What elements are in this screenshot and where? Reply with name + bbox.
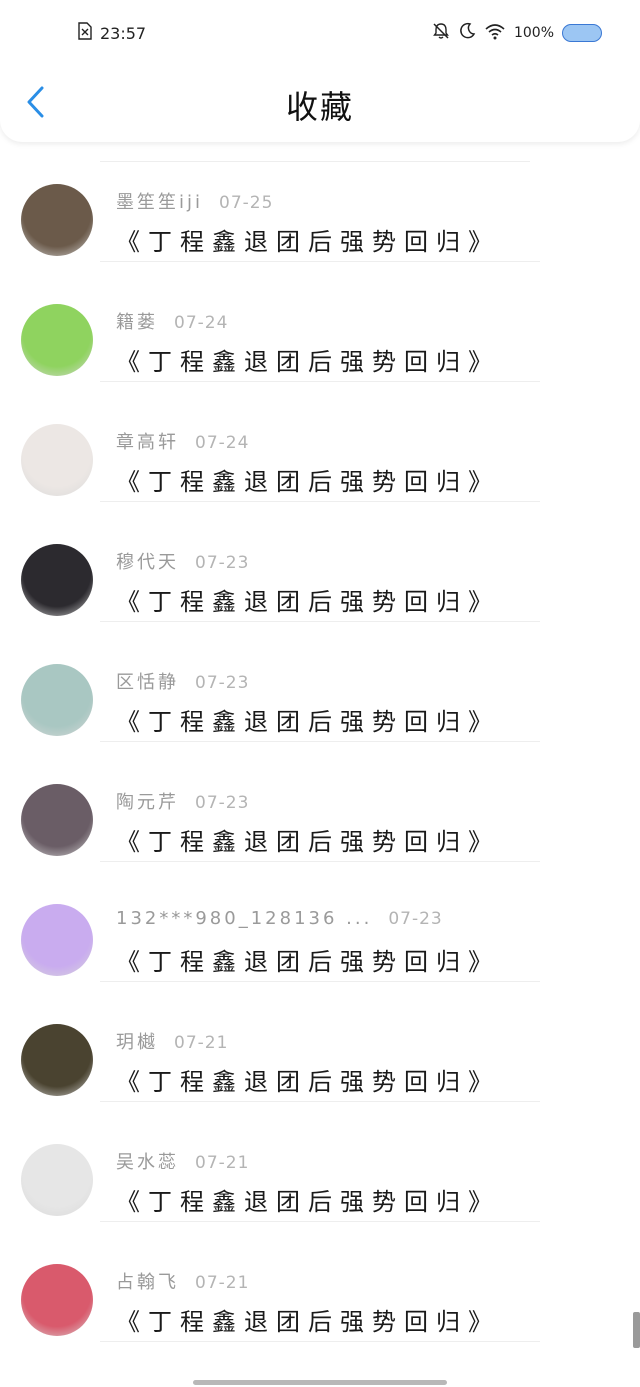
item-date: 07-23: [195, 673, 250, 693]
list-item[interactable]: 籍蒌 07-24 《丁程鑫退团后强势回归》: [0, 262, 640, 382]
item-date: 07-24: [174, 313, 229, 333]
page-title: 收藏: [285, 88, 354, 126]
item-title[interactable]: 《丁程鑫退团后强势回归》: [116, 942, 500, 977]
list-item[interactable]: 玥樾 07-21 《丁程鑫退团后强势回归》: [0, 982, 640, 1102]
item-meta: 墨笙笙iji 07-25: [116, 188, 273, 214]
status-bar: 23:57 100%: [0, 0, 640, 64]
list-item[interactable]: 陶元芹 07-23 《丁程鑫退团后强势回归》: [0, 742, 640, 862]
list-item[interactable]: 穆代天 07-23 《丁程鑫退团后强势回归》: [0, 502, 640, 622]
sim-card-icon: [78, 22, 92, 44]
item-title[interactable]: 《丁程鑫退团后强势回归》: [116, 1182, 500, 1217]
favorites-list: 墨笙笙iji 07-25 《丁程鑫退团后强势回归》 籍蒌 07-24 《丁程鑫退团后强势回…: [0, 142, 640, 1342]
item-meta: 132***980_128136 ... 07-23: [116, 908, 443, 929]
avatar[interactable]: [21, 424, 93, 496]
item-title[interactable]: 《丁程鑫退团后强势回归》: [116, 702, 500, 737]
status-left: 23:57: [78, 22, 146, 44]
battery-level: 100%: [513, 25, 554, 41]
item-title[interactable]: 《丁程鑫退团后强势回归》: [116, 462, 500, 497]
item-title[interactable]: 《丁程鑫退团后强势回归》: [116, 822, 500, 857]
item-meta: 玥樾 07-21: [116, 1028, 228, 1054]
list-item[interactable]: 区恬静 07-23 《丁程鑫退团后强势回归》: [0, 622, 640, 742]
battery-icon: [562, 24, 602, 42]
avatar[interactable]: [21, 1264, 93, 1336]
author-name[interactable]: 墨笙笙iji: [116, 188, 203, 214]
list-item[interactable]: 墨笙笙iji 07-25 《丁程鑫退团后强势回归》: [0, 142, 640, 262]
avatar[interactable]: [21, 544, 93, 616]
author-name[interactable]: 穆代天: [116, 548, 179, 574]
item-date: 07-23: [195, 793, 250, 813]
avatar[interactable]: [21, 784, 93, 856]
item-title[interactable]: 《丁程鑫退团后强势回归》: [116, 1302, 500, 1337]
avatar[interactable]: [21, 664, 93, 736]
item-date: 07-23: [388, 909, 443, 929]
avatar[interactable]: [21, 1144, 93, 1216]
wifi-icon: [484, 22, 506, 44]
item-meta: 籍蒌 07-24: [116, 308, 228, 334]
item-date: 07-21: [195, 1273, 250, 1293]
author-name[interactable]: 章高轩: [116, 428, 179, 454]
item-meta: 章高轩 07-24: [116, 428, 249, 454]
app-header: 23:57 100% 收藏: [0, 0, 640, 142]
status-time: 23:57: [100, 23, 147, 43]
home-indicator[interactable]: [193, 1380, 447, 1385]
author-name[interactable]: 占翰飞: [116, 1268, 179, 1294]
item-date: 07-23: [195, 553, 250, 573]
item-date: 07-21: [174, 1033, 229, 1053]
list-item[interactable]: 占翰飞 07-21 《丁程鑫退团后强势回归》: [0, 1222, 640, 1342]
item-title[interactable]: 《丁程鑫退团后强势回归》: [116, 1062, 500, 1097]
item-title[interactable]: 《丁程鑫退团后强势回归》: [116, 582, 500, 617]
item-date: 07-24: [195, 433, 250, 453]
moon-icon: [458, 22, 476, 44]
avatar[interactable]: [21, 1024, 93, 1096]
avatar[interactable]: [21, 904, 93, 976]
author-name[interactable]: 籍蒌: [116, 308, 158, 334]
avatar[interactable]: [21, 304, 93, 376]
status-right: 100%: [432, 22, 602, 44]
row-divider: [100, 1341, 540, 1342]
author-name[interactable]: 玥樾: [116, 1028, 158, 1054]
item-meta: 吴水蕊 07-21: [116, 1148, 249, 1174]
item-meta: 陶元芹 07-23: [116, 788, 249, 814]
nav-bar: 收藏: [0, 64, 640, 142]
scrollbar[interactable]: [633, 1312, 640, 1348]
list-item[interactable]: 132***980_128136 ... 07-23 《丁程鑫退团后强势回归》: [0, 862, 640, 982]
author-name[interactable]: 吴水蕊: [116, 1148, 179, 1174]
item-date: 07-25: [219, 193, 274, 213]
avatar[interactable]: [21, 184, 93, 256]
item-date: 07-21: [195, 1153, 250, 1173]
item-meta: 占翰飞 07-21: [116, 1268, 249, 1294]
item-title[interactable]: 《丁程鑫退团后强势回归》: [116, 342, 500, 377]
author-name[interactable]: 132***980_128136 ...: [116, 908, 372, 929]
author-name[interactable]: 陶元芹: [116, 788, 179, 814]
item-title[interactable]: 《丁程鑫退团后强势回归》: [116, 222, 500, 257]
list-item[interactable]: 章高轩 07-24 《丁程鑫退团后强势回归》: [0, 382, 640, 502]
item-meta: 穆代天 07-23: [116, 548, 249, 574]
list-item[interactable]: 吴水蕊 07-21 《丁程鑫退团后强势回归》: [0, 1102, 640, 1222]
item-meta: 区恬静 07-23: [116, 668, 249, 694]
author-name[interactable]: 区恬静: [116, 668, 179, 694]
bell-off-icon: [432, 22, 450, 44]
